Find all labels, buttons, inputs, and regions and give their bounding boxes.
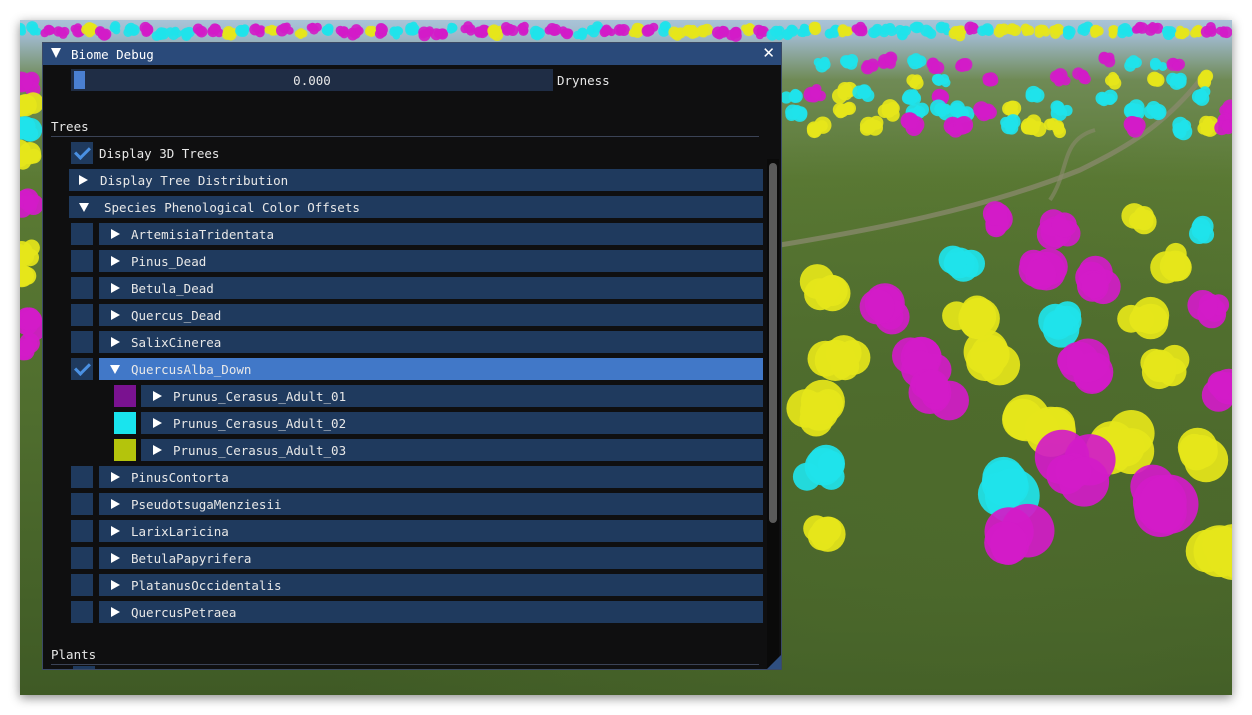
tree-node-species[interactable]: PlatanusOccidentalis: [99, 574, 763, 596]
tree-node-variant[interactable]: Prunus_Cerasus_Adult_02: [141, 412, 763, 434]
plants-first-item-partial[interactable]: [73, 666, 95, 669]
node-label: Pinus_Dead: [131, 254, 207, 269]
node-label: QuercusAlba_Down: [131, 362, 252, 377]
trees-separator: [51, 136, 759, 137]
species-checkbox[interactable]: [71, 358, 93, 380]
expand-arrow-icon: [111, 499, 120, 509]
node-label: Species Phenological Color Offsets: [104, 200, 360, 215]
node-label: LarixLaricina: [131, 524, 229, 539]
expand-arrow-icon: [111, 283, 120, 293]
expand-arrow-icon: [111, 526, 120, 536]
species-checkbox[interactable]: [71, 601, 93, 623]
species-checkbox[interactable]: [71, 466, 93, 488]
display-3d-trees-checkbox[interactable]: [71, 142, 93, 164]
expand-arrow-icon: [111, 337, 120, 347]
scrollbar-thumb[interactable]: [769, 163, 777, 523]
species-checkbox[interactable]: [71, 547, 93, 569]
species-checkbox[interactable]: [71, 493, 93, 515]
tree-node-species[interactable]: Betula_Dead: [99, 277, 763, 299]
trees-header: Trees: [51, 119, 89, 134]
node-label: BetulaPapyrifera: [131, 551, 252, 566]
plants-header: Plants: [51, 647, 97, 662]
color-swatch[interactable]: [114, 439, 136, 461]
node-label: Prunus_Cerasus_Adult_02: [173, 416, 347, 431]
species-checkbox[interactable]: [71, 223, 93, 245]
tree-node-variant[interactable]: Prunus_Cerasus_Adult_03: [141, 439, 763, 461]
node-label: PseudotsugaMenziesii: [131, 497, 282, 512]
check-icon: [74, 143, 91, 160]
species-checkbox[interactable]: [71, 574, 93, 596]
node-label: Betula_Dead: [131, 281, 214, 296]
tree-node-species[interactable]: PseudotsugaMenziesii: [99, 493, 763, 515]
plants-separator: [51, 664, 759, 665]
collapse-arrow-icon: [110, 365, 120, 374]
expand-arrow-icon: [153, 418, 162, 428]
node-label: QuercusPetraea: [131, 605, 237, 620]
dryness-slider[interactable]: 0.000: [71, 69, 553, 91]
tree-node-species[interactable]: Quercus_Dead: [99, 304, 763, 326]
tree-node-species[interactable]: QuercusAlba_Down: [99, 358, 763, 380]
expand-arrow-icon: [111, 256, 120, 266]
biome-debug-window: Biome Debug ✕ 0.000 Dryness Trees Displa…: [42, 42, 782, 670]
tree-node-species[interactable]: ArtemisiaTridentata: [99, 223, 763, 245]
node-label: Prunus_Cerasus_Adult_03: [173, 443, 347, 458]
vertical-scrollbar[interactable]: [767, 159, 779, 669]
tree-node-species-color-offsets[interactable]: Species Phenological Color Offsets: [69, 196, 763, 218]
resize-grip-icon[interactable]: [767, 655, 781, 669]
node-label: Prunus_Cerasus_Adult_01: [173, 389, 347, 404]
expand-arrow-icon: [111, 553, 120, 563]
tree-node-variant[interactable]: Prunus_Cerasus_Adult_01: [141, 385, 763, 407]
species-checkbox[interactable]: [71, 277, 93, 299]
window-title-bar[interactable]: Biome Debug ✕: [43, 43, 781, 65]
tree-node-species[interactable]: QuercusPetraea: [99, 601, 763, 623]
node-label: PlatanusOccidentalis: [131, 578, 282, 593]
check-icon: [74, 359, 91, 376]
node-label: SalixCinerea: [131, 335, 222, 350]
close-icon[interactable]: ✕: [762, 44, 775, 62]
collapse-arrow-icon: [79, 203, 89, 212]
expand-arrow-icon: [79, 175, 88, 185]
node-label: Display Tree Distribution: [100, 173, 289, 188]
tree-node-display-tree-distribution[interactable]: Display Tree Distribution: [69, 169, 763, 191]
tree-node-species[interactable]: LarixLaricina: [99, 520, 763, 542]
node-label: Quercus_Dead: [131, 308, 222, 323]
expand-arrow-icon: [153, 445, 162, 455]
color-swatch[interactable]: [114, 385, 136, 407]
tree-node-species[interactable]: BetulaPapyrifera: [99, 547, 763, 569]
species-checkbox[interactable]: [71, 304, 93, 326]
collapse-arrow-icon[interactable]: [51, 48, 61, 58]
tree-node-species[interactable]: PinusContorta: [99, 466, 763, 488]
expand-arrow-icon: [111, 310, 120, 320]
expand-arrow-icon: [153, 391, 162, 401]
dryness-label: Dryness: [557, 73, 610, 88]
species-checkbox[interactable]: [71, 331, 93, 353]
expand-arrow-icon: [111, 580, 120, 590]
node-label: ArtemisiaTridentata: [131, 227, 274, 242]
expand-arrow-icon: [111, 229, 120, 239]
expand-arrow-icon: [111, 472, 120, 482]
tree-node-species[interactable]: SalixCinerea: [99, 331, 763, 353]
species-checkbox[interactable]: [71, 250, 93, 272]
expand-arrow-icon: [111, 607, 120, 617]
color-swatch[interactable]: [114, 412, 136, 434]
dryness-value: 0.000: [293, 73, 331, 88]
tree-node-species[interactable]: Pinus_Dead: [99, 250, 763, 272]
window-title: Biome Debug: [71, 47, 154, 62]
species-checkbox[interactable]: [71, 520, 93, 542]
display-3d-trees-label: Display 3D Trees: [99, 146, 220, 161]
node-label: PinusContorta: [131, 470, 229, 485]
